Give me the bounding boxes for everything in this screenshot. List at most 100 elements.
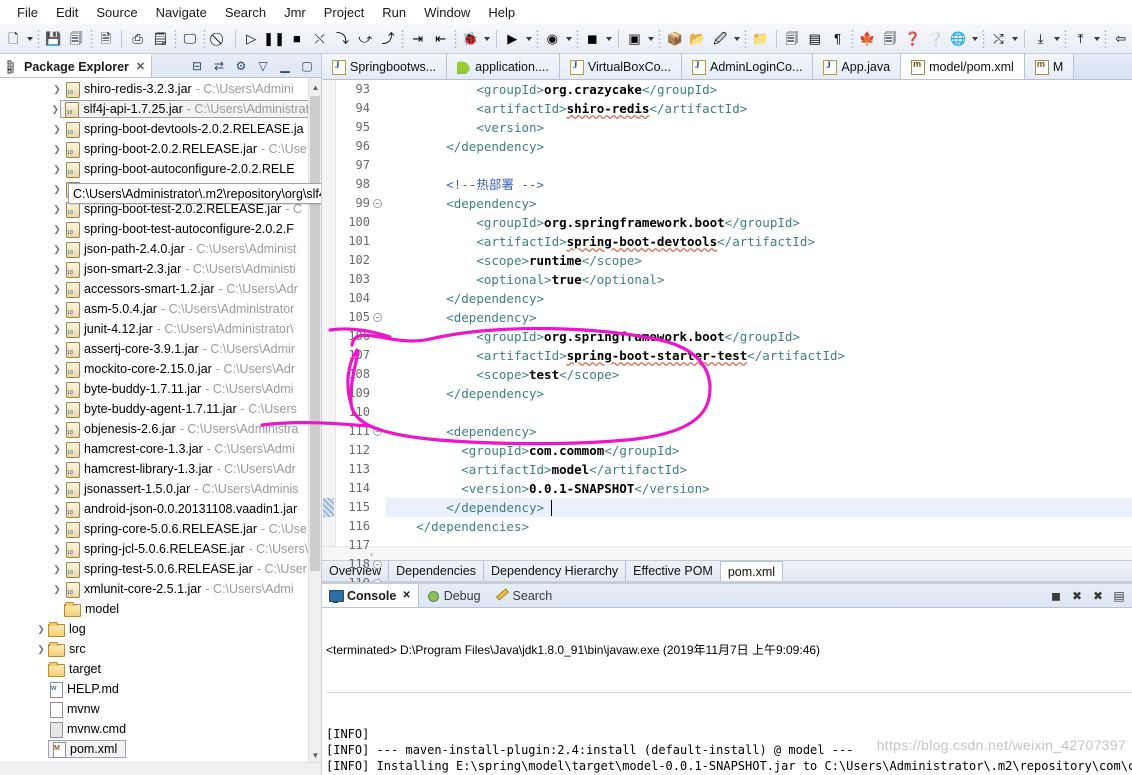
back-icon[interactable]: ⇦	[1109, 27, 1132, 51]
hierarchy-icon[interactable]: ⤭	[987, 27, 1010, 51]
tree-item[interactable]: ❯target	[0, 659, 321, 679]
chevron-right-icon[interactable]: ❯	[50, 364, 64, 375]
pom-page-tab[interactable]: Dependencies	[389, 561, 485, 581]
fold-toggle[interactable]: −	[372, 555, 384, 574]
chevron-right-icon[interactable]: ❯	[50, 104, 60, 115]
selected-tree-item[interactable]: Mpom.xml	[48, 740, 127, 758]
help-search-icon[interactable]: ❓	[901, 27, 924, 51]
chevron-right-icon[interactable]: ❯	[50, 284, 64, 295]
tree-item[interactable]: ❯ 10 spring-boot-autoconfigure-2.0.2.RELE	[0, 159, 321, 179]
code-line[interactable]: <scope>runtime</scope>	[386, 251, 1132, 270]
menu-item-search[interactable]: Search	[216, 3, 275, 22]
menu-item-window[interactable]: Window	[415, 3, 479, 22]
help-icon[interactable]: ❔	[924, 27, 947, 51]
link-icon[interactable]: 🗒	[149, 27, 172, 51]
menu-item-project[interactable]: Project	[315, 3, 373, 22]
pom-page-tab[interactable]: pom.xml	[720, 561, 784, 581]
chevron-down-icon[interactable]	[481, 27, 491, 51]
chevron-down-icon[interactable]	[732, 27, 742, 51]
run-coverage-icon[interactable]: ◉	[541, 27, 564, 51]
open-console-icon[interactable]: 🖵	[179, 27, 202, 51]
menu-item-source[interactable]: Source	[87, 3, 146, 22]
code-line[interactable]: </dependencies>	[386, 517, 1132, 536]
tree-item[interactable]: ❯ 10 xmlunit-core-2.5.1.jar - C:\Users\Admi	[0, 579, 321, 599]
menu-item-navigate[interactable]: Navigate	[147, 3, 216, 22]
tree-item[interactable]: ❯ 10 hamcrest-core-1.3.jar - C:\Users\Admi	[0, 439, 321, 459]
editor-tab[interactable]: model/pom.xml	[901, 54, 1025, 79]
code-line[interactable]: <artifactId>spring-boot-devtools</artifa…	[386, 232, 1132, 251]
tree-item[interactable]: ❯ 10 assertj-core-3.9.1.jar - C:\Users\Admi…	[0, 339, 321, 359]
editor-tab[interactable]: App.java	[813, 54, 902, 79]
pom-page-tab[interactable]: Effective POM	[626, 561, 721, 581]
console-output[interactable]: <terminated> D:\Program Files\Java\jdk1.…	[322, 608, 1132, 775]
binary-icon[interactable]: 🗐	[879, 27, 902, 51]
chevron-right-icon[interactable]: ❯	[50, 144, 64, 155]
chevron-right-icon[interactable]: ❯	[50, 484, 64, 495]
chevron-right-icon[interactable]: ❯	[50, 164, 64, 175]
code-line[interactable]: <version>	[386, 118, 1132, 137]
menu-item-help[interactable]: Help	[479, 3, 524, 22]
code-line[interactable]: <groupId>org.springframework.boot</group…	[386, 213, 1132, 232]
chevron-right-icon[interactable]: ❯	[34, 644, 48, 655]
debug-icon[interactable]: 🐞	[459, 27, 482, 51]
run-server-icon[interactable]: ▣	[623, 27, 646, 51]
new-xml-icon[interactable]: 🗐	[781, 27, 804, 51]
chevron-right-icon[interactable]: ❯	[50, 424, 64, 435]
previous-annotation-icon[interactable]: ⇤	[429, 27, 452, 51]
tree-item[interactable]: ❯ 10 spring-boot-test-autoconfigure-2.0.2.…	[0, 219, 321, 239]
terminate-icon[interactable]: ◼	[1047, 587, 1065, 605]
code-line[interactable]: <version>0.0.1-SNAPSHOT</version>	[386, 479, 1132, 498]
chevron-right-icon[interactable]: ❯	[50, 344, 64, 355]
remove-all-terminated-icon[interactable]: ✖	[1089, 587, 1107, 605]
chevron-right-icon[interactable]: ❯	[34, 624, 48, 635]
code-line[interactable]	[386, 536, 1132, 546]
new-java-class-icon[interactable]: 🗎	[94, 27, 117, 51]
tree-item[interactable]: ❯ src	[0, 639, 321, 659]
previous-edit-icon[interactable]: ⤓	[1029, 27, 1052, 51]
scroll-thumb[interactable]	[310, 96, 320, 571]
tree-item[interactable]: ❯Mpom.xml	[0, 739, 321, 759]
code-line[interactable]: <groupId>org.crazycake</groupId>	[386, 80, 1132, 99]
toggle-block-selection-icon[interactable]: ▤	[803, 27, 826, 51]
chevron-right-icon[interactable]: ❯	[50, 124, 64, 135]
skip-breakpoints-icon[interactable]: ⃠	[208, 27, 231, 51]
disconnect-icon[interactable]: ⤬	[308, 27, 331, 51]
menu-item-run[interactable]: Run	[373, 3, 415, 22]
fold-toggle[interactable]: −	[372, 574, 384, 582]
menu-item-edit[interactable]: Edit	[47, 3, 87, 22]
chevron-right-icon[interactable]: ❯	[50, 504, 64, 515]
tree-item[interactable]: ❯ 10 mockito-core-2.15.0.jar - C:\Users\Adr	[0, 359, 321, 379]
chevron-down-icon[interactable]	[1010, 27, 1020, 51]
chevron-right-icon[interactable]: ❯	[50, 304, 64, 315]
chevron-right-icon[interactable]: ❯	[50, 404, 64, 415]
chevron-down-icon[interactable]	[1092, 27, 1102, 51]
editor-marker-bar[interactable]	[322, 80, 336, 546]
code-line[interactable]	[386, 403, 1132, 422]
chevron-right-icon[interactable]: ❯	[50, 244, 64, 255]
suspend-icon[interactable]: ❚❚	[263, 27, 286, 51]
code-line[interactable]: </dependency>	[386, 384, 1132, 403]
chevron-right-icon[interactable]: ❯	[50, 524, 64, 535]
tree-item[interactable]: ❯ 10 byte-buddy-agent-1.7.11.jar - C:\Users	[0, 399, 321, 419]
chevron-right-icon[interactable]: ❯	[50, 84, 64, 95]
chevron-down-icon[interactable]	[524, 27, 534, 51]
editor-tab[interactable]: M	[1024, 54, 1075, 79]
minimize-icon[interactable]: ▁	[275, 56, 295, 76]
tree-item[interactable]: ❯ 10 shiro-redis-3.2.3.jar - C:\Users\Admin…	[0, 79, 321, 99]
tree-item[interactable]: ❯ 10 spring-test-5.0.6.RELEASE.jar - C:\Use…	[0, 559, 321, 579]
code-line[interactable]: <groupId>com.commom</groupId>	[386, 441, 1132, 460]
browser-icon[interactable]: 🌐	[947, 27, 970, 51]
new-class-wizard-icon[interactable]: 🖉	[709, 27, 732, 51]
link-with-editor-icon[interactable]: ⇄	[209, 56, 229, 76]
terminate-icon[interactable]: ■	[285, 27, 308, 51]
editor-tab[interactable]: AdminLoginCo...	[682, 54, 814, 79]
resume-icon[interactable]: ▷	[240, 27, 263, 51]
tree-item[interactable]: ❯ 10 byte-buddy-1.7.11.jar - C:\Users\Admi	[0, 379, 321, 399]
remove-launch-icon[interactable]: ✖	[1068, 587, 1086, 605]
editor-tab[interactable]: application....	[447, 54, 560, 79]
code-line[interactable]: <scope>test</scope>	[386, 365, 1132, 384]
tree-item[interactable]: ❯ 10 android-json-0.0.20131108.vaadin1.jar	[0, 499, 321, 519]
open-type-icon[interactable]: 📂	[686, 27, 709, 51]
tree-item[interactable]: ❯wHELP.md	[0, 679, 321, 699]
new-package-icon[interactable]: 📦	[663, 27, 686, 51]
